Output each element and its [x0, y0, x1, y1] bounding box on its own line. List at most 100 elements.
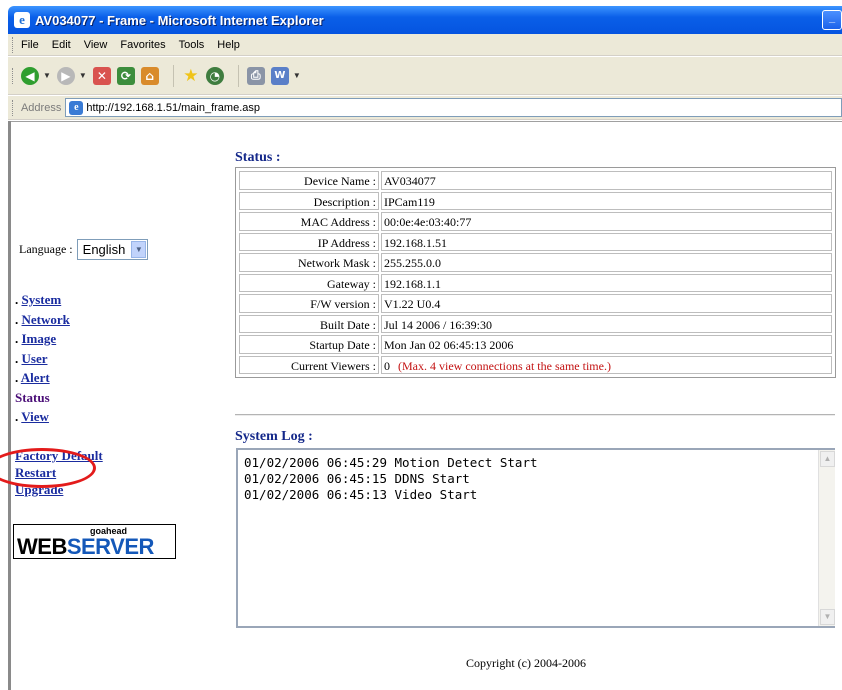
sidebar-link-user[interactable]: User [22, 351, 48, 366]
sidebar-item-user[interactable]: . User [15, 351, 70, 371]
logo-web-text: WEB [17, 534, 67, 559]
menu-bar-grip[interactable] [12, 36, 15, 53]
sidebar-item-alert[interactable]: . Alert [15, 370, 70, 390]
home-button[interactable]: ⌂ [140, 66, 159, 85]
table-row: IP Address : 192.168.1.51 [238, 232, 833, 253]
log-line: 01/02/2006 06:45:15 DDNS Start [244, 471, 470, 486]
back-button[interactable]: ◀ ▼ [21, 66, 51, 85]
row-value: 192.168.1.1 [381, 273, 832, 292]
goahead-webserver-logo: goahead WEBSERVER [13, 524, 176, 559]
minimize-button[interactable]: _ [822, 10, 842, 30]
row-value: Jul 14 2006 / 16:39:30 [381, 314, 832, 333]
menu-favorites[interactable]: Favorites [120, 39, 165, 51]
row-label: Gateway : [239, 273, 379, 292]
table-row: F/W version : V1.22 U0.4 [238, 293, 833, 314]
window-left-border [8, 121, 11, 690]
log-line: 01/02/2006 06:45:13 Video Start [244, 487, 478, 502]
table-row: Built Date : Jul 14 2006 / 16:39:30 [238, 314, 833, 335]
print-button[interactable]: ⎙ [246, 66, 265, 85]
log-scrollbar[interactable]: ▲ ▼ [818, 450, 835, 626]
sidebar-item-status: Status [15, 390, 70, 410]
sidebar-item-system[interactable]: . System [15, 292, 70, 312]
language-select[interactable]: English ▼ [76, 239, 149, 260]
chevron-down-icon[interactable]: ▼ [131, 241, 147, 258]
stop-icon: ✕ [92, 66, 111, 85]
address-bar: Address e http://192.168.1.51/main_frame… [8, 96, 842, 120]
table-row: Startup Date : Mon Jan 02 06:45:13 2006 [238, 334, 833, 355]
print-icon: ⎙ [246, 66, 265, 85]
row-value: Mon Jan 02 06:45:13 2006 [381, 335, 832, 354]
sidebar-item-network[interactable]: . Network [15, 312, 70, 332]
row-label: IP Address : [239, 232, 379, 251]
content-top-border [8, 121, 842, 122]
row-value: AV034077 [381, 171, 832, 190]
row-value: V1.22 U0.4 [381, 294, 832, 313]
language-label: Language : [19, 242, 73, 256]
system-log-textarea[interactable]: 01/02/2006 06:45:29 Motion Detect Start … [236, 448, 835, 628]
forward-arrow-icon: ▶ [56, 66, 75, 85]
refresh-button[interactable]: ⟳ [116, 66, 135, 85]
sidebar-link-image[interactable]: Image [22, 331, 57, 346]
menu-file[interactable]: File [21, 39, 39, 51]
favorites-button[interactable]: ★ [182, 65, 200, 86]
table-row: Gateway : 192.168.1.1 [238, 273, 833, 294]
edit-with-word-button[interactable]: W ▼ [270, 66, 301, 85]
address-input[interactable]: e http://192.168.1.51/main_frame.asp [65, 98, 842, 117]
menu-help[interactable]: Help [217, 39, 240, 51]
menu-bar: File Edit View Favorites Tools Help [8, 34, 842, 56]
table-row: Device Name : AV034077 [238, 170, 833, 191]
sidebar-current-status: Status [15, 389, 50, 405]
toolbar-grip[interactable] [12, 67, 15, 84]
chevron-down-icon[interactable]: ▼ [293, 71, 301, 80]
logo-text: WEBSERVER [17, 536, 154, 558]
toolbar-separator [237, 64, 239, 87]
row-label: Startup Date : [239, 335, 379, 354]
window-title: AV034077 - Frame - Microsoft Internet Ex… [35, 12, 324, 28]
viewers-note: (Max. 4 view connections at the same tim… [398, 358, 611, 373]
row-label: MAC Address : [239, 212, 379, 231]
status-title: Status : [235, 150, 281, 165]
address-url[interactable]: http://192.168.1.51/main_frame.asp [86, 102, 260, 114]
menu-view[interactable]: View [84, 39, 108, 51]
row-label: Device Name : [239, 171, 379, 190]
home-icon: ⌂ [140, 66, 159, 85]
history-button[interactable]: ◔ [205, 66, 224, 85]
chevron-down-icon[interactable]: ▼ [43, 71, 51, 80]
row-value: 00:0e:4e:03:40:77 [381, 212, 832, 231]
sidebar-item-image[interactable]: . Image [15, 331, 70, 351]
language-value[interactable]: English [78, 242, 132, 257]
row-label: Network Mask : [239, 253, 379, 272]
logo-server-text: SERVER [66, 534, 155, 559]
table-row: Description : IPCam119 [238, 191, 833, 212]
favorites-star-icon: ★ [183, 65, 199, 86]
menu-tools[interactable]: Tools [179, 39, 205, 51]
table-row: MAC Address : 00:0e:4e:03:40:77 [238, 211, 833, 232]
sidebar-link-view[interactable]: View [21, 409, 49, 424]
menu-edit[interactable]: Edit [52, 39, 71, 51]
row-label: Current Viewers : [239, 355, 379, 374]
sidebar-item-view[interactable]: . View [15, 409, 70, 429]
status-table: Device Name : AV034077 Description : IPC… [235, 167, 836, 378]
table-row: Network Mask : 255.255.0.0 [238, 252, 833, 273]
sidebar-link-network[interactable]: Network [22, 312, 70, 327]
current-viewers-value: 0 [384, 358, 390, 373]
divider [235, 414, 835, 416]
scroll-up-icon[interactable]: ▲ [820, 451, 835, 467]
row-label: Built Date : [239, 314, 379, 333]
window-title-bar[interactable]: e AV034077 - Frame - Microsoft Internet … [8, 6, 842, 34]
language-row: Language : English ▼ [19, 239, 149, 260]
row-value: IPCam119 [381, 191, 832, 210]
sidebar-link-system[interactable]: System [22, 292, 62, 307]
word-edit-icon: W [270, 66, 289, 85]
chevron-down-icon[interactable]: ▼ [79, 71, 87, 80]
system-log-title: System Log : [235, 429, 313, 444]
forward-button[interactable]: ▶ ▼ [56, 66, 87, 85]
toolbar-separator [172, 64, 174, 87]
internet-explorer-icon: e [14, 12, 30, 28]
back-arrow-icon: ◀ [21, 66, 39, 85]
address-label: Address [20, 101, 62, 114]
scroll-down-icon[interactable]: ▼ [820, 609, 835, 625]
address-bar-grip[interactable] [12, 99, 15, 116]
sidebar-link-alert[interactable]: Alert [21, 370, 50, 385]
stop-button[interactable]: ✕ [92, 66, 111, 85]
